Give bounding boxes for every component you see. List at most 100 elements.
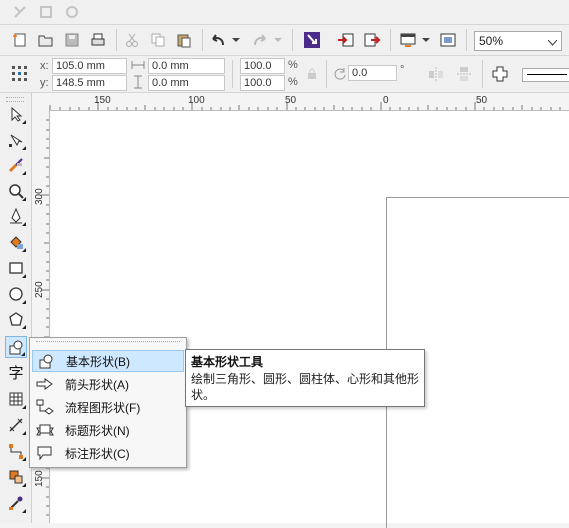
- flyout-grip: [36, 341, 180, 344]
- flyout-item-flowchart-shapes[interactable]: 流程图形状(F): [32, 396, 184, 418]
- arrow-shapes-icon: [35, 376, 55, 392]
- dimension-tool-icon[interactable]: [5, 414, 27, 436]
- ruler-v-label: 250: [34, 281, 45, 298]
- flyout-item-label: 基本形状(B): [66, 354, 130, 369]
- horizontal-ruler[interactable]: 150 100 50 0 50: [32, 93, 569, 111]
- eyedropper-tool-icon[interactable]: [5, 492, 27, 514]
- ellipse-tool-icon[interactable]: [5, 283, 27, 305]
- callout-shapes-icon: [35, 445, 55, 461]
- print-icon[interactable]: [88, 30, 108, 50]
- rectangle-tool-icon[interactable]: [5, 257, 27, 279]
- outline-sample-line: [527, 74, 567, 75]
- polygon-tool-icon[interactable]: [5, 308, 27, 330]
- rotation-field[interactable]: 0.0: [348, 65, 397, 81]
- redo-icon[interactable]: [250, 30, 270, 50]
- undo-dropdown-icon[interactable]: [230, 30, 242, 50]
- tooltip-body: 绘制三角形、圆形、圆柱体、心形和其他形状。: [191, 372, 420, 402]
- crop-tool-icon[interactable]: [5, 154, 27, 176]
- reference-point-icon[interactable]: [10, 64, 30, 84]
- pick-tool-icon[interactable]: [5, 103, 27, 125]
- rotation-icon: [332, 64, 348, 84]
- height-field[interactable]: 0.0 mm: [148, 75, 225, 91]
- paste-icon[interactable]: [174, 30, 194, 50]
- search-content-icon[interactable]: [302, 30, 322, 50]
- text-tool-icon[interactable]: 字: [5, 361, 27, 383]
- launcher-dropdown-icon[interactable]: [420, 30, 432, 50]
- ruler-h-label: 50: [285, 95, 297, 106]
- copy-icon[interactable]: [148, 30, 168, 50]
- faded-tool-icon-2: [36, 2, 56, 22]
- save-icon[interactable]: [62, 30, 82, 50]
- banner-shapes-icon: [35, 422, 55, 438]
- y-label: y:: [40, 77, 49, 89]
- ruler-h-label: 0: [383, 95, 389, 106]
- basic-shapes-icon: [36, 353, 56, 369]
- separator: [232, 60, 233, 88]
- new-document-icon[interactable]: [10, 30, 30, 50]
- separator: [202, 29, 203, 51]
- zoom-level-value: 50%: [479, 34, 504, 48]
- shape-tool-icon[interactable]: [5, 129, 27, 151]
- outline-width-select[interactable]: [522, 68, 569, 82]
- tooltip-title: 基本形状工具: [191, 355, 264, 369]
- width-field[interactable]: 0.0 mm: [148, 58, 225, 74]
- tooltip: 基本形状工具 绘制三角形、圆形、圆柱体、心形和其他形状。: [185, 349, 425, 407]
- export-icon[interactable]: [362, 30, 382, 50]
- flyout-item-label: 流程图形状(F): [65, 400, 141, 415]
- welcome-screen-icon[interactable]: [438, 30, 458, 50]
- faded-tool-icon-3: [62, 2, 82, 22]
- y-position-field[interactable]: 148.5 mm: [52, 75, 127, 91]
- cut-icon[interactable]: [122, 30, 142, 50]
- flyout-item-label: 标注形状(C): [65, 446, 130, 461]
- separator: [466, 29, 467, 51]
- separator: [390, 29, 391, 51]
- standard-toolbar: 50%: [0, 25, 569, 56]
- open-icon[interactable]: [36, 30, 56, 50]
- flyout-item-banner-shapes[interactable]: 标题形状(N): [32, 419, 184, 441]
- top-strip: [0, 0, 569, 25]
- undo-icon[interactable]: [208, 30, 228, 50]
- x-label: x:: [40, 60, 49, 72]
- freehand-tool-icon[interactable]: [5, 205, 27, 227]
- import-icon[interactable]: [336, 30, 356, 50]
- degree-symbol: °: [400, 64, 405, 76]
- separator: [292, 29, 293, 51]
- flyout-item-arrow-shapes[interactable]: 箭头形状(A): [32, 373, 184, 395]
- redo-dropdown-icon[interactable]: [272, 30, 284, 50]
- interactive-tool-icon[interactable]: [5, 466, 27, 488]
- flyout-item-label: 箭头形状(A): [65, 377, 129, 392]
- connector-tool-icon[interactable]: [5, 440, 27, 462]
- flowchart-shapes-icon: [35, 399, 55, 415]
- toolbox: 字: [0, 93, 32, 523]
- separator: [482, 60, 483, 88]
- flyout-item-label: 标题形状(N): [65, 423, 130, 438]
- ruler-h-label: 150: [94, 95, 111, 106]
- x-position-field[interactable]: 105.0 mm: [52, 58, 127, 74]
- property-bar: x: 105.0 mm y: 148.5 mm 0.0 mm 0.0 mm 10…: [0, 56, 569, 93]
- percent-x: %: [288, 59, 298, 71]
- basic-shapes-flyout: 基本形状(B) 箭头形状(A) 流程图形状(F) 标题形状(N) 标注形状(C): [29, 337, 187, 468]
- zoom-dropdown-icon: [547, 37, 558, 49]
- flyout-item-callout-shapes[interactable]: 标注形状(C): [32, 442, 184, 464]
- height-icon: [130, 74, 146, 90]
- add-position-icon[interactable]: [490, 64, 510, 84]
- separator: [326, 60, 327, 88]
- separator: [116, 29, 117, 51]
- basic-shapes-tool-icon[interactable]: [5, 336, 27, 358]
- percent-y: %: [288, 76, 298, 88]
- toolbox-grip: [6, 97, 24, 102]
- smart-fill-tool-icon[interactable]: [5, 231, 27, 253]
- zoom-level-select[interactable]: 50%: [474, 31, 562, 51]
- mirror-horizontal-icon[interactable]: [426, 64, 446, 84]
- scale-x-field[interactable]: 100.0: [240, 58, 285, 74]
- scale-y-field[interactable]: 100.0: [240, 75, 285, 91]
- application-launcher-icon[interactable]: [398, 30, 418, 50]
- width-icon: [130, 57, 146, 73]
- table-tool-icon[interactable]: [5, 388, 27, 410]
- zoom-tool-icon[interactable]: [5, 180, 27, 202]
- flyout-item-basic-shapes[interactable]: 基本形状(B): [32, 350, 184, 372]
- ruler-h-label: 100: [188, 95, 205, 106]
- ruler-v-label: 150: [34, 470, 45, 487]
- mirror-vertical-icon[interactable]: [454, 64, 474, 84]
- lock-ratio-icon[interactable]: [304, 64, 320, 84]
